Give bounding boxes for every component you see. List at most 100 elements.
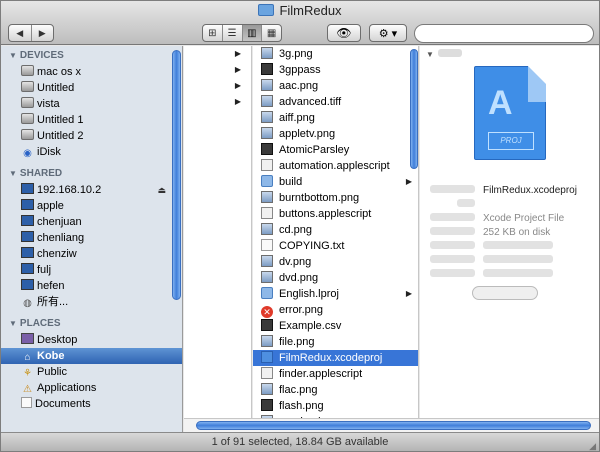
column-view-button[interactable]: ▥ xyxy=(241,25,262,41)
sidebar-item-hefen[interactable]: hefen xyxy=(1,278,182,294)
file-row[interactable]: advanced.tiff xyxy=(253,94,418,110)
file-name: advanced.tiff xyxy=(279,96,342,108)
sidebar-item-chenziw[interactable]: chenziw xyxy=(1,246,182,262)
gear-icon: ⚙ ▾ xyxy=(378,27,398,40)
file-name: Example.csv xyxy=(279,320,342,332)
file-row[interactable]: 3g.png xyxy=(253,46,418,62)
preview-kind-row: Xcode Project File xyxy=(430,212,564,226)
disclosure-triangle-icon[interactable]: ▼ xyxy=(9,51,17,60)
file-row[interactable]: dv.png xyxy=(253,254,418,270)
file-icon xyxy=(261,127,273,139)
file-row[interactable]: buttons.applescript xyxy=(253,206,418,222)
file-icon xyxy=(261,207,273,219)
file-row[interactable]: AtomicParsley xyxy=(253,142,418,158)
quick-look-button[interactable]: 👁 xyxy=(327,24,361,42)
sidebar-item-shared-server[interactable]: 192.168.10.2 ⏏ xyxy=(1,182,182,198)
sidebar-item-apple[interactable]: apple xyxy=(1,198,182,214)
hard-disk-icon xyxy=(21,113,34,124)
forward-button[interactable]: ▶ xyxy=(30,25,54,41)
file-row[interactable]: flac.png xyxy=(253,382,418,398)
file-name: flash.png xyxy=(279,400,324,412)
toolbar: FilmRedux ◀ ▶ ⊞ ☰ ▥ ▦ 👁 ⚙ ▾ 🔍 xyxy=(1,1,599,45)
more-info-button[interactable] xyxy=(472,286,538,300)
sidebar-item-mac-os-x[interactable]: mac os x xyxy=(1,64,182,80)
file-column-scrollbar[interactable] xyxy=(410,49,418,169)
monitor-icon xyxy=(21,279,34,290)
hard-disk-icon xyxy=(21,81,34,92)
file-row[interactable]: Example.csv xyxy=(253,318,418,334)
preview-opened-row xyxy=(430,268,561,282)
chevron-right-icon: ▶ xyxy=(234,97,241,106)
file-name: build xyxy=(279,176,303,188)
disclosure-triangle-icon[interactable]: ▼ xyxy=(9,169,17,178)
file-name: finder.applescript xyxy=(279,368,363,380)
file-row[interactable]: ✕ error.png xyxy=(253,302,418,318)
file-row[interactable]: file.png xyxy=(253,334,418,350)
window-title: FilmRedux xyxy=(1,3,599,18)
disclosure-triangle-icon[interactable]: ▼ xyxy=(426,50,434,59)
sidebar-item-applications[interactable]: ⚠ Applications xyxy=(1,380,182,396)
file-icon xyxy=(261,319,273,331)
file-name: automation.applescript xyxy=(279,160,390,172)
coverflow-view-button[interactable]: ▦ xyxy=(261,25,281,41)
file-name: dv.png xyxy=(279,256,312,268)
sidebar-item-untitled-2[interactable]: Untitled 2 xyxy=(1,128,182,144)
file-row[interactable]: FilmRedux.xcodeproj xyxy=(253,350,418,366)
file-name: dvd.png xyxy=(279,272,319,284)
sidebar-item-public[interactable]: ⚘ Public xyxy=(1,364,182,380)
file-row[interactable]: 3gppass xyxy=(253,62,418,78)
horizontal-scrollbar-thumb[interactable] xyxy=(196,421,591,430)
file-row[interactable]: cd.png xyxy=(253,222,418,238)
horizontal-scrollbar[interactable] xyxy=(184,418,599,432)
file-row[interactable]: automation.applescript xyxy=(253,158,418,174)
file-name: FilmRedux.xcodeproj xyxy=(279,352,383,364)
sidebar-item-idisk[interactable]: ◉ iDisk xyxy=(1,144,182,160)
file-row[interactable]: appletv.png xyxy=(253,126,418,142)
file-name: 3gppass xyxy=(279,64,321,76)
sidebar-item-fulj[interactable]: fulj xyxy=(1,262,182,278)
search-field[interactable] xyxy=(414,24,594,43)
file-name: COPYING.txt xyxy=(279,240,345,252)
monitor-icon xyxy=(21,199,34,210)
icon-view-button[interactable]: ⊞ xyxy=(203,25,222,41)
preview-created-row xyxy=(430,240,561,254)
resize-grip-icon[interactable]: ◢ xyxy=(589,437,596,451)
file-row[interactable]: finder.applescript xyxy=(253,366,418,382)
sidebar-item-chenliang[interactable]: chenliang xyxy=(1,230,182,246)
hard-disk-icon xyxy=(21,65,34,76)
file-row[interactable]: English.lproj ▶ xyxy=(253,286,418,302)
sidebar-item-documents[interactable]: Documents xyxy=(1,396,182,412)
sidebar-item-desktop[interactable]: Desktop xyxy=(1,332,182,348)
sidebar-item-kobe[interactable]: ⌂ Kobe xyxy=(1,348,182,364)
sidebar-item-untitled-1[interactable]: Untitled 1 xyxy=(1,112,182,128)
action-menu-button[interactable]: ⚙ ▾ xyxy=(369,24,407,42)
file-name: appletv.png xyxy=(279,128,336,140)
file-row[interactable]: flash.png xyxy=(253,398,418,414)
sidebar-item-chenjuan[interactable]: chenjuan xyxy=(1,214,182,230)
preview-size-row: 252 KB on disk xyxy=(430,226,550,240)
disclosure-triangle-icon[interactable]: ▼ xyxy=(9,319,17,328)
file-icon xyxy=(261,399,273,411)
file-row[interactable]: aiff.png xyxy=(253,110,418,126)
sidebar-item-untitled[interactable]: Untitled xyxy=(1,80,182,96)
monitor-icon xyxy=(21,263,34,274)
file-icon xyxy=(261,111,273,123)
sidebar-item-all[interactable]: ◍ 所有... xyxy=(1,294,182,310)
sidebar-scrollbar[interactable] xyxy=(172,50,181,300)
search-input[interactable] xyxy=(433,25,583,42)
finder-window: FilmRedux ◀ ▶ ⊞ ☰ ▥ ▦ 👁 ⚙ ▾ 🔍 ▼DEVICES m… xyxy=(0,0,600,452)
file-row[interactable]: COPYING.txt xyxy=(253,238,418,254)
back-button[interactable]: ◀ xyxy=(9,25,31,41)
sidebar-item-vista[interactable]: vista xyxy=(1,96,182,112)
file-row[interactable]: dvd.png xyxy=(253,270,418,286)
eject-icon[interactable]: ⏏ xyxy=(157,182,166,198)
preview-kind-row xyxy=(430,198,483,212)
file-row[interactable]: aac.png xyxy=(253,78,418,94)
monitor-icon xyxy=(21,231,34,242)
list-view-button[interactable]: ☰ xyxy=(221,25,242,41)
file-row[interactable]: burntbottom.png xyxy=(253,190,418,206)
chevron-right-icon: ▶ xyxy=(405,289,412,298)
file-row[interactable]: build ▶ xyxy=(253,174,418,190)
status-text: 1 of 91 selected, 18.84 GB available xyxy=(211,436,389,448)
file-icon xyxy=(261,383,273,395)
